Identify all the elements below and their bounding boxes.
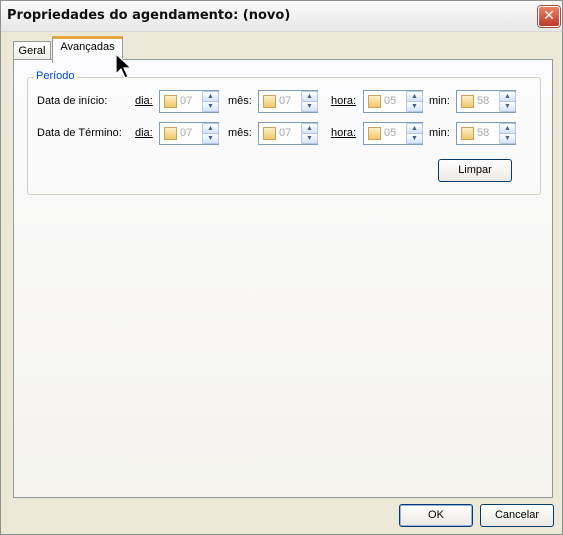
up-arrow-icon: ▲ — [207, 93, 214, 100]
end-day-down-button[interactable]: ▼ — [202, 133, 219, 144]
end-day-label: dia: — [135, 127, 153, 139]
end-month-checkbox[interactable] — [263, 127, 276, 140]
start-day-spinner[interactable]: 07 ▲ ▼ — [159, 90, 219, 113]
start-hour-down-button[interactable]: ▼ — [406, 101, 423, 112]
close-icon: ✕ — [543, 8, 555, 24]
down-arrow-icon: ▼ — [504, 103, 511, 110]
dialog-title: Propriedades do agendamento: (novo) — [7, 8, 291, 23]
end-day-value: 07 — [180, 127, 193, 139]
end-hour-value: 05 — [384, 127, 397, 139]
start-hour-label: hora: — [331, 95, 357, 107]
end-minute-down-button[interactable]: ▼ — [499, 133, 516, 144]
end-month-value: 07 — [279, 127, 292, 139]
tab-geral[interactable]: Geral — [13, 41, 51, 61]
start-month-down-button[interactable]: ▼ — [301, 101, 318, 112]
up-arrow-icon: ▲ — [306, 125, 313, 132]
start-month-value: 07 — [279, 95, 292, 107]
start-month-checkbox[interactable] — [263, 95, 276, 108]
end-minute-label: min: — [429, 127, 450, 139]
start-hour-checkbox[interactable] — [368, 95, 381, 108]
end-minute-spinner[interactable]: 58 ▲ ▼ — [456, 122, 516, 145]
down-arrow-icon: ▼ — [411, 103, 418, 110]
periodo-label: Período — [34, 70, 77, 82]
close-button[interactable]: ✕ — [538, 6, 560, 27]
periodo-groupbox: Período Data de início: dia: 07 ▲ ▼ mês:… — [27, 70, 541, 195]
end-hour-spinner[interactable]: 05 ▲ ▼ — [363, 122, 423, 145]
start-minute-label: min: — [429, 95, 450, 107]
start-date-label: Data de início: — [37, 95, 108, 107]
end-month-spinner[interactable]: 07 ▲ ▼ — [258, 122, 318, 145]
start-day-value: 07 — [180, 95, 193, 107]
down-arrow-icon: ▼ — [306, 135, 313, 142]
up-arrow-icon: ▲ — [411, 125, 418, 132]
up-arrow-icon: ▲ — [504, 125, 511, 132]
start-month-spinner[interactable]: 07 ▲ ▼ — [258, 90, 318, 113]
start-day-down-button[interactable]: ▼ — [202, 101, 219, 112]
properties-dialog: Propriedades do agendamento: (novo) ✕ Ge… — [0, 0, 563, 535]
clear-button[interactable]: Limpar — [438, 159, 512, 182]
down-arrow-icon: ▼ — [306, 103, 313, 110]
end-minute-checkbox[interactable] — [461, 127, 474, 140]
start-day-label: dia: — [135, 95, 153, 107]
up-arrow-icon: ▲ — [207, 125, 214, 132]
down-arrow-icon: ▼ — [411, 135, 418, 142]
start-day-checkbox[interactable] — [164, 95, 177, 108]
tab-avancadas[interactable]: Avançadas — [52, 36, 123, 63]
start-minute-down-button[interactable]: ▼ — [499, 101, 516, 112]
start-minute-checkbox[interactable] — [461, 95, 474, 108]
mouse-pointer-icon — [115, 53, 133, 79]
up-arrow-icon: ▲ — [411, 93, 418, 100]
start-hour-value: 05 — [384, 95, 397, 107]
down-arrow-icon: ▼ — [207, 103, 214, 110]
end-day-spinner[interactable]: 07 ▲ ▼ — [159, 122, 219, 145]
tab-panel-avancadas: Período Data de início: dia: 07 ▲ ▼ mês:… — [13, 59, 553, 498]
ok-button[interactable]: OK — [399, 504, 473, 527]
end-month-down-button[interactable]: ▼ — [301, 133, 318, 144]
end-minute-value: 58 — [477, 127, 490, 139]
down-arrow-icon: ▼ — [207, 135, 214, 142]
end-hour-checkbox[interactable] — [368, 127, 381, 140]
title-bar[interactable]: Propriedades do agendamento: (novo) ✕ — [1, 1, 562, 32]
end-month-label: mês: — [228, 127, 252, 139]
start-month-label: mês: — [228, 95, 252, 107]
up-arrow-icon: ▲ — [306, 93, 313, 100]
start-hour-spinner[interactable]: 05 ▲ ▼ — [363, 90, 423, 113]
cancel-button[interactable]: Cancelar — [480, 504, 554, 527]
up-arrow-icon: ▲ — [504, 93, 511, 100]
end-date-label: Data de Término: — [37, 127, 122, 139]
end-hour-down-button[interactable]: ▼ — [406, 133, 423, 144]
start-minute-value: 58 — [477, 95, 490, 107]
down-arrow-icon: ▼ — [504, 135, 511, 142]
end-day-checkbox[interactable] — [164, 127, 177, 140]
start-minute-spinner[interactable]: 58 ▲ ▼ — [456, 90, 516, 113]
end-hour-label: hora: — [331, 127, 357, 139]
